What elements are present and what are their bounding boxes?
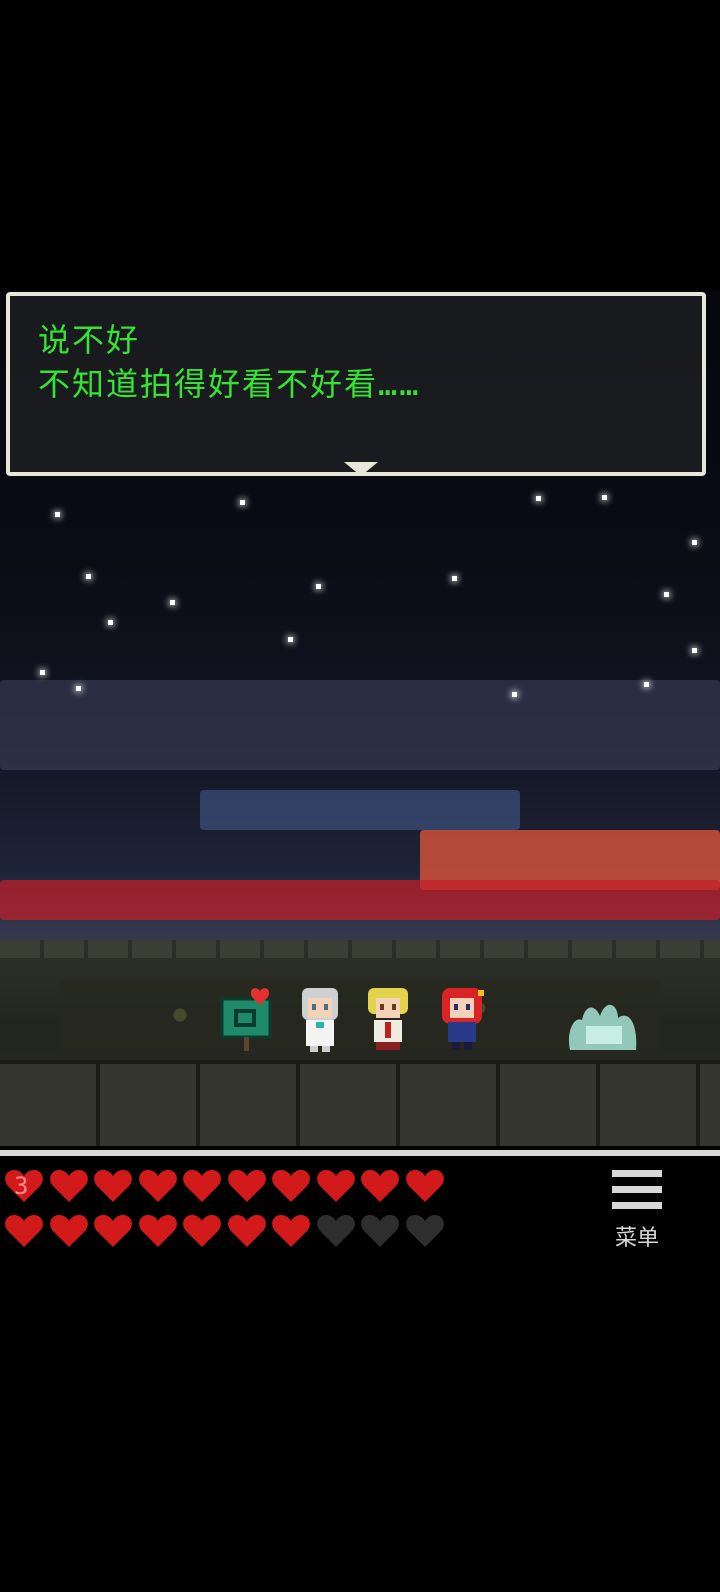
hamburger-menu-icon (612, 1186, 662, 1193)
mailbox-with-heart[interactable] (220, 987, 272, 1051)
heart-full-icon (316, 1168, 356, 1204)
platform-railing (0, 940, 720, 958)
star (170, 600, 175, 605)
star (240, 500, 245, 505)
star (86, 574, 91, 579)
star (692, 540, 697, 545)
heart-count: 3 (14, 1172, 29, 1200)
heart-full-icon (227, 1213, 267, 1249)
star (512, 692, 517, 697)
star (76, 686, 81, 691)
heart-full-icon (271, 1213, 311, 1249)
star (40, 670, 45, 675)
heart-full-icon (182, 1213, 222, 1249)
continue-arrow-icon[interactable] (344, 462, 378, 476)
heart-empty-icon (360, 1213, 400, 1249)
heart-empty-icon (316, 1213, 356, 1249)
heart-full-icon (49, 1213, 89, 1249)
white-haired-girl[interactable] (296, 986, 344, 1052)
dialog-line-2: 不知道拍得好看不好看…… (38, 365, 421, 403)
cloud (0, 680, 720, 770)
hamburger-menu-icon (612, 1170, 662, 1177)
heart-full-icon (271, 1168, 311, 1204)
heart-full-icon (405, 1168, 445, 1204)
ghost-slime[interactable] (566, 992, 637, 1056)
cloud (0, 880, 720, 920)
heart-full-icon (93, 1168, 133, 1204)
heart-empty-icon (405, 1213, 445, 1249)
star (664, 592, 669, 597)
star (55, 512, 60, 517)
platform-floor (0, 1060, 720, 1146)
star (316, 584, 321, 589)
star (288, 637, 293, 642)
star (536, 496, 541, 501)
menu-label: 菜单 (614, 1226, 659, 1251)
star (108, 620, 113, 625)
star (602, 495, 607, 500)
heart-full-icon (138, 1168, 178, 1204)
heart-full-icon (360, 1168, 400, 1204)
menu-button[interactable]: 菜单 (612, 1168, 668, 1258)
heart-full-icon (182, 1168, 222, 1204)
dialog-line-1: 说不好 (38, 321, 141, 359)
heart-full-icon (4, 1213, 44, 1249)
heart-full-icon (227, 1168, 267, 1204)
star (644, 682, 649, 687)
red-haired-girl[interactable] (438, 986, 486, 1050)
heart-full-icon (49, 1168, 89, 1204)
hamburger-menu-icon (612, 1202, 662, 1209)
heart-full-icon (138, 1213, 178, 1249)
blonde-boy[interactable] (364, 986, 412, 1050)
game-view[interactable]: 说不好 不知道拍得好看不好看…… (0, 0, 720, 1150)
star (452, 576, 457, 581)
heart-full-icon (93, 1213, 133, 1249)
hud-divider (0, 1150, 720, 1156)
dialog-box[interactable]: 说不好 不知道拍得好看不好看…… (6, 292, 706, 476)
star (692, 648, 697, 653)
cloud (200, 790, 520, 830)
